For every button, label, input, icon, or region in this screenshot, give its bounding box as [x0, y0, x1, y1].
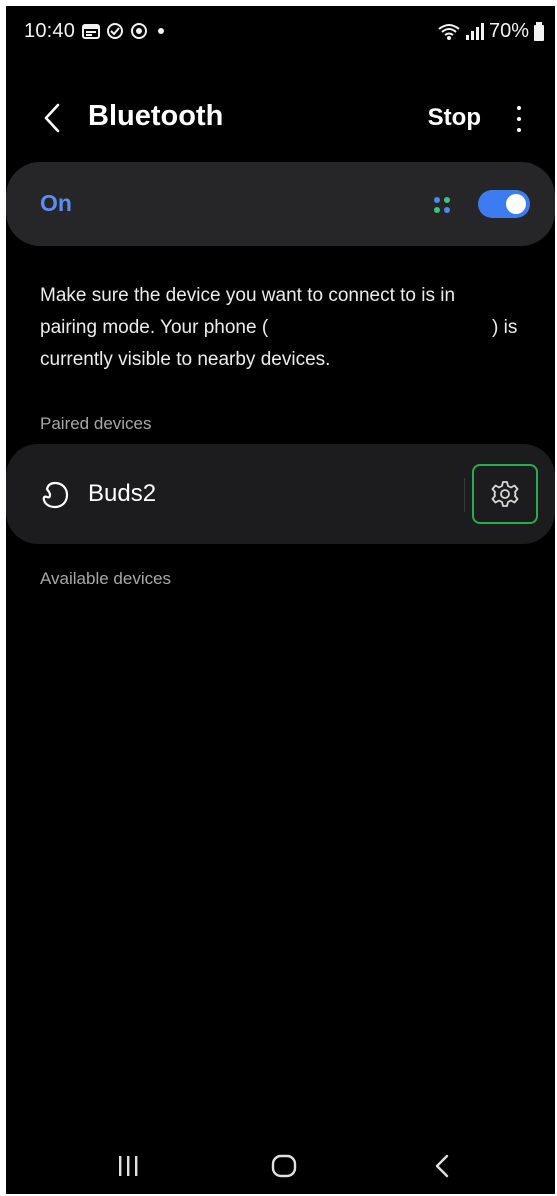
- wifi-calling-icon: [438, 23, 460, 40]
- location-icon: [131, 23, 147, 39]
- status-notification-icons: [82, 22, 164, 40]
- bluetooth-toggle-card[interactable]: On: [6, 162, 555, 246]
- home-icon: [271, 1154, 297, 1178]
- bluetooth-settings-screen: 10:40 70% Bluetooth Stop On Make sure th…: [6, 6, 555, 1194]
- description-line-1: Make sure the device you want to connect…: [40, 285, 456, 306]
- back-button[interactable]: [34, 98, 70, 138]
- earbuds-icon: [42, 481, 69, 509]
- page-title: Bluetooth: [88, 100, 224, 132]
- description-line-3: currently visible to nearby devices.: [40, 349, 331, 370]
- description-line-2-start: pairing mode. Your phone (: [40, 317, 269, 338]
- row-divider: [464, 478, 465, 512]
- description-line-2: pairing mode. Your phone ( ) is: [40, 312, 530, 344]
- stop-scan-button[interactable]: Stop: [428, 104, 481, 132]
- battery-icon: [534, 21, 544, 41]
- quick-share-icon[interactable]: [432, 195, 452, 215]
- nav-back-button[interactable]: [422, 1146, 462, 1186]
- status-system-icons: 70%: [437, 20, 545, 43]
- bluetooth-state-label: On: [40, 190, 72, 216]
- back-icon: [435, 1154, 449, 1178]
- status-bar: 10:40 70%: [6, 6, 555, 58]
- calendar-icon: [82, 24, 100, 39]
- navigation-bar: [6, 1138, 555, 1194]
- more-options-button[interactable]: [509, 102, 529, 136]
- recents-button[interactable]: [108, 1146, 148, 1186]
- toggle-knob: [506, 194, 526, 214]
- description-line-2-end: ) is: [492, 317, 518, 338]
- notification-dot: [158, 28, 164, 34]
- sync-icon: [107, 23, 123, 39]
- more-options-icon: [517, 106, 521, 110]
- signal-icon: [465, 22, 484, 40]
- paired-devices-header: Paired devices: [40, 414, 152, 433]
- device-name: Buds2: [88, 480, 157, 507]
- paired-device-row[interactable]: Buds2: [6, 444, 555, 544]
- back-chevron-icon: [44, 103, 60, 133]
- home-button[interactable]: [264, 1146, 304, 1186]
- bluetooth-toggle-switch[interactable]: [478, 190, 530, 218]
- recents-icon: [119, 1156, 138, 1176]
- gear-icon: [491, 481, 519, 507]
- pairing-description: Make sure the device you want to connect…: [40, 280, 530, 376]
- device-settings-button[interactable]: [472, 464, 538, 524]
- battery-percent: 70%: [488, 20, 529, 42]
- status-time: 10:40: [24, 20, 76, 42]
- app-header: Bluetooth Stop: [6, 90, 555, 146]
- available-devices-header: Available devices: [40, 569, 172, 588]
